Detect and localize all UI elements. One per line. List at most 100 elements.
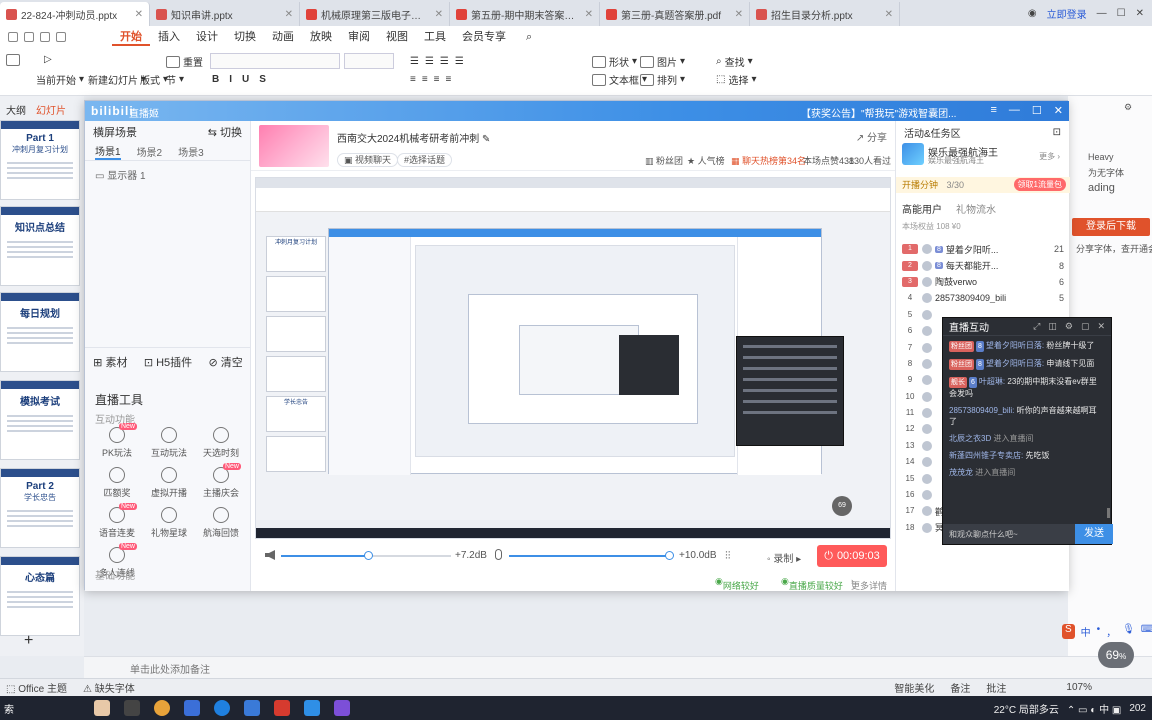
speaker-icon[interactable] (265, 550, 275, 560)
chat-scrollbar[interactable] (1107, 508, 1110, 518)
login-button[interactable]: 立即登录 (1047, 6, 1087, 21)
send-button[interactable]: 发送 (1075, 524, 1113, 544)
picture-button[interactable]: 图片 ▾ (640, 54, 685, 69)
layout-button[interactable]: 版式 ▾ (140, 72, 168, 87)
close-tab-icon[interactable]: ✕ (885, 9, 893, 20)
tool-item[interactable]: 航海回馈 (195, 507, 247, 539)
mic-icon[interactable]: 🎙 (1122, 624, 1135, 639)
arrange-button[interactable]: 排列 ▾ (640, 72, 685, 87)
search-icon[interactable]: ⌕ (526, 31, 532, 44)
activity-banner[interactable]: 娱乐最强航海王 娱乐最强航海王 更多 › (902, 143, 1066, 167)
menu-item-7[interactable]: 审阅 (340, 28, 378, 46)
comment-button[interactable]: 批注 (986, 680, 1006, 695)
tool-item[interactable]: 语音连麦 New (91, 503, 143, 539)
tool-item[interactable]: 天选时刻 (195, 427, 247, 459)
close-icon[interactable]: ✕ (1054, 104, 1063, 117)
activity-more-link[interactable]: 更多 › (1039, 151, 1060, 162)
record-button[interactable]: ◦ 录制 ▸ (767, 550, 801, 565)
redo-icon[interactable] (56, 32, 66, 42)
font-size-select[interactable] (344, 53, 394, 69)
clock-text[interactable]: 202 (1129, 703, 1146, 714)
source-item[interactable]: ▭ 显示器 1 (85, 161, 250, 188)
bilibili-icon[interactable] (334, 700, 350, 716)
add-slide-icon[interactable]: + (24, 632, 33, 650)
select-button[interactable]: ⬚ 选择 ▾ (716, 72, 756, 87)
paragraph-buttons[interactable]: ☰☰☰☰ (410, 56, 470, 67)
login-download-button[interactable]: 登录后下载 (1072, 218, 1150, 236)
mic-volume-slider[interactable] (509, 551, 674, 560)
mail-icon[interactable] (244, 700, 260, 716)
beautify-button[interactable]: 智能美化 (894, 680, 934, 695)
wps-tab-4[interactable]: 第五册-期中期末答案册.pdf（已加密） ✕ (450, 2, 600, 26)
tool-item[interactable]: 虚拟开播 (143, 467, 195, 499)
slide-thumbnail[interactable]: Part 2 学长忠告 (0, 468, 80, 548)
menu-item-9[interactable]: 工具 (416, 28, 454, 46)
qq-icon[interactable] (184, 700, 200, 716)
print-icon[interactable] (24, 32, 34, 42)
menu-item-1[interactable]: 开始 (112, 28, 150, 46)
chat-sender[interactable]: 望着夕阳听日落: (986, 341, 1044, 350)
user-photo-icon[interactable] (94, 700, 110, 716)
menu-item-6[interactable]: 放映 (302, 28, 340, 46)
menu-item-4[interactable]: 切换 (226, 28, 264, 46)
play-icon[interactable]: ▷ (44, 54, 52, 65)
textbox-button[interactable]: 文本框 ▾ (592, 72, 647, 87)
close-tab-icon[interactable]: ✕ (135, 9, 143, 20)
chat-sender[interactable]: 28573809409_bili: (949, 406, 1014, 415)
minimize-icon[interactable]: — (1097, 8, 1107, 19)
reset-button[interactable]: 重置 (166, 54, 203, 69)
slide-thumbnail[interactable]: Part 1 冲刺月复习计划 (0, 120, 80, 200)
claim-button[interactable]: 领取1流量包 (1013, 178, 1066, 191)
font-style-buttons[interactable]: BIUS (212, 74, 276, 85)
shape-button[interactable]: 形状 ▾ (592, 54, 637, 69)
align-buttons[interactable]: ≡≡≡≡ (410, 74, 457, 85)
ime-dot[interactable]: • (1097, 624, 1101, 639)
task-view-icon[interactable] (124, 700, 140, 716)
hot-rank[interactable]: ▦ 聊天热榜第34名 (731, 154, 806, 167)
speaker-volume-slider[interactable] (281, 551, 451, 560)
live-app-icon[interactable] (304, 700, 320, 716)
slide-thumbnail[interactable]: 知识点总结 (0, 206, 80, 286)
slide-thumbnail[interactable]: 心态篇 (0, 556, 80, 636)
close-icon[interactable]: ✕ (1136, 8, 1144, 19)
ime-punct[interactable]: ， (1106, 624, 1116, 639)
microphone-icon[interactable] (495, 549, 502, 560)
chat-sender[interactable]: 叶超琳: (979, 377, 1005, 386)
tool-item[interactable]: 互动玩法 (143, 427, 195, 459)
tab-scene-1[interactable]: 场景1 (95, 143, 121, 160)
tab-outline[interactable]: 大纲 (6, 102, 26, 117)
close-tab-icon[interactable]: ✕ (735, 9, 743, 20)
font-name-select[interactable] (210, 53, 340, 69)
pin-icon[interactable]: ⤢ (1033, 321, 1040, 332)
sogou-icon[interactable]: S (1062, 624, 1075, 639)
tool-item[interactable]: 主播庆会 New (195, 463, 247, 499)
keyboard-icon[interactable]: ⌨ (1141, 624, 1152, 639)
activity-expand-icon[interactable]: ⊡ (1053, 127, 1061, 138)
topic-tag[interactable]: #选择话题 (397, 153, 453, 167)
settings-icon[interactable]: ⚙ (1124, 102, 1132, 113)
notes-area[interactable]: 单击此处添加备注 (84, 656, 1152, 678)
chat-sender[interactable]: 望着夕阳听日落: (986, 359, 1044, 368)
menu-icon[interactable]: ≡ (990, 104, 996, 117)
notes-button[interactable]: 备注 (950, 680, 970, 695)
user-row[interactable]: 1 8 望着夕阳听... 21 (896, 241, 1070, 257)
wps-tab-5[interactable]: 第三册-真题答案册.pdf ✕ (600, 2, 750, 26)
room-title[interactable]: 西南交大2024机械考研考前冲刺 ✎ (337, 130, 490, 145)
tab-slides[interactable]: 幻灯片 (36, 102, 66, 117)
weather-text[interactable]: 22°C 局部多云 (994, 701, 1059, 716)
end-live-button[interactable]: ⏻ 00:09:03 (817, 545, 887, 567)
share-button[interactable]: ↗ 分享 (856, 129, 887, 144)
notice-marquee[interactable]: 【获奖公告】"帮我玩"游戏智囊团... (801, 105, 956, 120)
menu-item-10[interactable]: 会员专享 (454, 28, 514, 46)
tool-item[interactable]: 礼物星球 (143, 507, 195, 539)
chat-sender[interactable]: 北辰之衣3D (949, 434, 991, 443)
settings-icon[interactable]: ⚙ (1065, 321, 1073, 332)
find-button[interactable]: ⌕ 查找 ▾ (716, 54, 753, 69)
user-avatar-icon[interactable]: ◉ (1028, 8, 1037, 19)
section-button[interactable]: 节 ▾ (166, 72, 184, 87)
mixer-icon[interactable]: ⫶⫶ (725, 550, 731, 563)
chat-sender[interactable]: 茂茂龙 (949, 468, 973, 477)
chrome-icon[interactable] (154, 700, 170, 716)
tab-scene-3[interactable]: 场景3 (178, 144, 204, 159)
tool-item[interactable]: PK玩法 New (91, 423, 143, 459)
